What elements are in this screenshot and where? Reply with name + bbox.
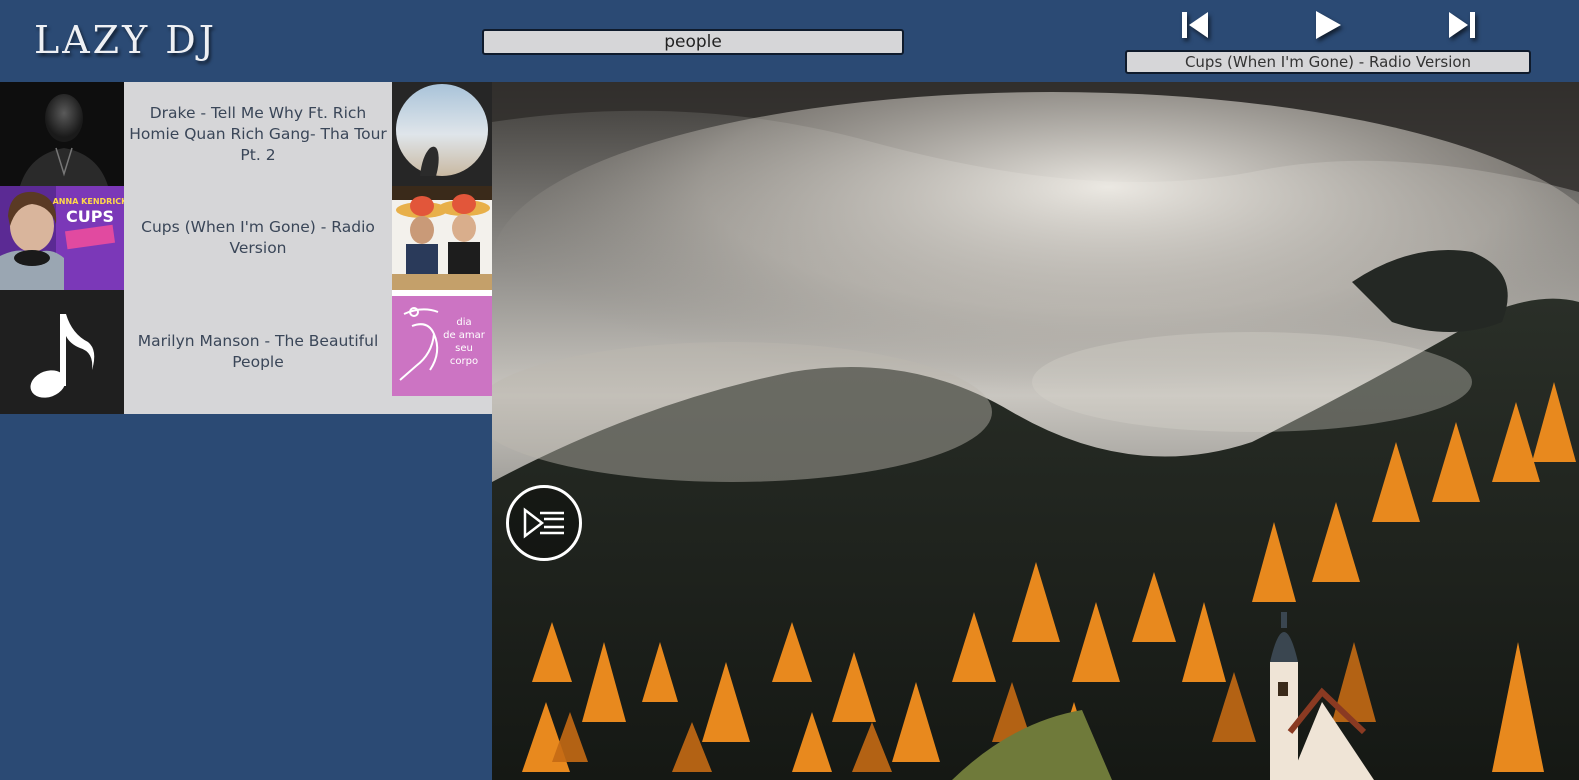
result-row[interactable]: ANNA KENDRICK CUPS Cups (When I'm Gone) …: [0, 186, 492, 290]
playlist-toggle-button[interactable]: [506, 485, 582, 561]
album-cover-cups: ANNA KENDRICK CUPS: [0, 186, 124, 290]
music-note-icon: [0, 290, 124, 414]
thumb-text-line: dia: [456, 317, 472, 328]
app-window: LAZY DJ Cups (When I'm Gone) - Radio Ver…: [0, 0, 1579, 780]
video-thumbnail: dia de amar seu corpo: [392, 290, 492, 414]
result-title: Marilyn Manson - The Beautiful People: [137, 332, 379, 371]
video-thumbnail: [392, 186, 492, 290]
app-logo: LAZY DJ: [34, 18, 217, 62]
previous-button[interactable]: [1178, 8, 1212, 42]
album-cover-drake: [0, 82, 124, 186]
search-input[interactable]: [482, 29, 904, 55]
video-thumbnail: [392, 82, 492, 186]
results-list: Drake - Tell Me Why Ft. Rich Homie Quan …: [0, 82, 492, 414]
thumb-text-line: de amar: [443, 330, 485, 341]
result-row[interactable]: Marilyn Manson - The Beautiful People di…: [0, 290, 492, 414]
header: LAZY DJ Cups (When I'm Gone) - Radio Ver…: [0, 0, 1579, 82]
playlist-play-icon: [523, 507, 564, 539]
skip-next-icon: [1449, 12, 1475, 38]
skip-previous-icon: [1182, 12, 1208, 38]
play-icon: [1316, 11, 1341, 39]
svg-text:CUPS: CUPS: [66, 207, 114, 226]
result-row[interactable]: Drake - Tell Me Why Ft. Rich Homie Quan …: [0, 82, 492, 186]
result-title: Drake - Tell Me Why Ft. Rich Homie Quan …: [129, 103, 387, 164]
result-title: Cups (When I'm Gone) - Radio Version: [141, 218, 375, 257]
now-playing-label: Cups (When I'm Gone) - Radio Version: [1125, 50, 1531, 74]
svg-text:ANNA KENDRICK: ANNA KENDRICK: [53, 197, 124, 206]
thumb-text-line: corpo: [449, 356, 479, 367]
pink-dance-logo: dia de amar seu corpo: [392, 296, 492, 396]
next-button[interactable]: [1445, 8, 1479, 42]
play-button[interactable]: [1311, 8, 1345, 42]
thumb-text-line: seu: [455, 343, 473, 354]
background-image: [492, 82, 1579, 780]
